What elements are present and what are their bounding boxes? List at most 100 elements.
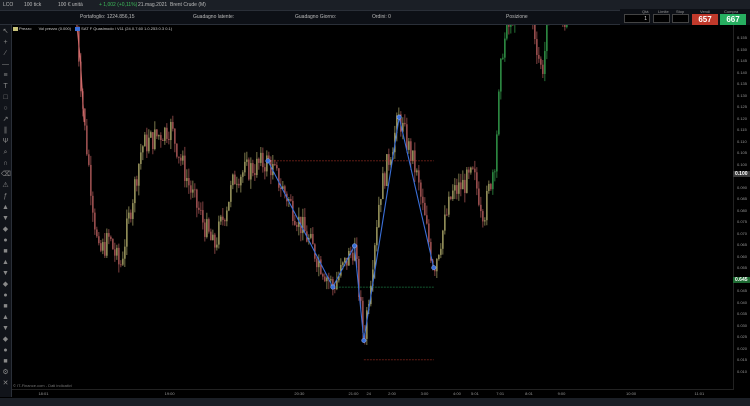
candle-body — [86, 125, 88, 155]
candle-body — [470, 167, 472, 173]
candle-body — [276, 165, 278, 169]
arrow-tool-icon[interactable]: ↗ — [1, 115, 10, 124]
eraser-icon[interactable]: ⌫ — [1, 170, 11, 179]
candle-body — [180, 157, 182, 161]
candle-body — [90, 164, 92, 196]
candle-body — [352, 252, 354, 261]
zigzag-pivot[interactable] — [431, 265, 437, 271]
pattern-icon-4[interactable]: ● — [1, 236, 10, 245]
candle-body — [234, 174, 236, 185]
y-tick: 0.110 — [737, 138, 747, 144]
candle-body — [360, 296, 362, 301]
pattern-icon-3[interactable]: ◆ — [1, 225, 10, 234]
alert-icon[interactable]: ⚠ — [1, 181, 10, 190]
period-selector[interactable]: 100 tick — [24, 0, 41, 10]
candle-body — [152, 132, 154, 150]
candle-body — [218, 221, 220, 245]
candle-body — [294, 220, 296, 225]
portfolio-label: Portafoglio — [80, 14, 104, 20]
candle-body — [168, 138, 170, 141]
zigzag-pivot[interactable] — [330, 284, 336, 290]
candle-body — [510, 25, 512, 27]
y-tick: 0.065 — [737, 242, 748, 247]
candle-body — [98, 236, 100, 244]
candle-body — [230, 185, 232, 202]
y-tick: 0.060 — [737, 253, 748, 259]
pattern-icon-15[interactable]: ■ — [1, 357, 10, 366]
zigzag-pivot[interactable] — [361, 338, 367, 343]
line-tool-icon[interactable]: ∕ — [1, 49, 10, 58]
settings-icon[interactable]: ⚙ — [1, 368, 10, 377]
horizontal-line-icon[interactable]: — — [1, 60, 10, 69]
pattern-icon-11[interactable]: ▲ — [1, 313, 10, 322]
candle-body — [252, 163, 254, 174]
candle-body — [246, 159, 248, 162]
candle-body — [174, 128, 176, 144]
candle-body — [326, 277, 328, 282]
candle-body — [254, 173, 256, 176]
limit-input[interactable] — [653, 14, 670, 23]
candle-body — [388, 154, 390, 165]
candle-body — [110, 236, 112, 240]
pattern-icon-5[interactable]: ■ — [1, 247, 10, 256]
candle-body — [188, 178, 190, 186]
indicator-icon[interactable]: ƒ — [1, 192, 10, 201]
pattern-icon-2[interactable]: ▼ — [1, 214, 10, 223]
trash-icon[interactable]: ✕ — [1, 379, 10, 388]
sell-button[interactable]: 657 — [692, 14, 718, 25]
pattern-icon-6[interactable]: ▲ — [1, 258, 10, 267]
candle-body — [322, 274, 324, 277]
candle-body — [426, 215, 428, 224]
pattern-icon-13[interactable]: ◆ — [1, 335, 10, 344]
candle-body — [488, 183, 490, 191]
candle-body — [220, 216, 222, 222]
candle-body — [84, 108, 86, 126]
pattern-icon-9[interactable]: ● — [1, 291, 10, 300]
magnet-icon[interactable]: ∩ — [1, 159, 10, 168]
candle-body — [566, 25, 568, 27]
fibonacci-icon[interactable]: ≡ — [1, 71, 10, 80]
pattern-icon-1[interactable]: ▲ — [1, 203, 10, 212]
price-axis[interactable]: 0.155 0.150 0.145 0.140 0.135 0.130 0.125 0.120… — [733, 25, 750, 390]
pattern-icon-8[interactable]: ◆ — [1, 280, 10, 289]
x-tick: 11:01 — [694, 391, 705, 396]
y-tick: 0.105 — [737, 150, 748, 155]
time-axis[interactable]: 18:01 19:00 20:30 21:00 24 2:00 3:00 4:00 5:01 7:… — [12, 389, 733, 398]
candle-body — [422, 196, 424, 203]
y-tick: 0.070 — [737, 230, 748, 236]
cursor-icon[interactable]: ↖ — [1, 27, 10, 36]
pitchfork-icon[interactable]: Ψ — [1, 137, 10, 146]
buy-button[interactable]: 667 — [720, 14, 746, 25]
candle-body — [104, 242, 106, 256]
price-chart[interactable] — [12, 25, 733, 389]
zigzag-pivot[interactable] — [265, 158, 271, 164]
candle-body — [140, 152, 142, 164]
data-disclaimer: © IT-Finance.com - Dati indicativi — [13, 383, 72, 388]
y-tick: 0.075 — [737, 219, 748, 224]
pattern-icon-10[interactable]: ■ — [1, 302, 10, 311]
channel-tool-icon[interactable]: ∥ — [1, 126, 10, 135]
crosshair-icon[interactable]: + — [1, 38, 10, 47]
candle-body — [412, 150, 414, 161]
candle-body — [278, 168, 280, 188]
candle-body — [330, 279, 332, 281]
symbol-label[interactable]: LCO — [3, 0, 13, 10]
lower-price-tag: 0.645 — [733, 277, 750, 283]
stop-input[interactable] — [672, 14, 689, 23]
unit-selector[interactable]: 100 € unità — [58, 0, 83, 10]
zigzag-pivot[interactable] — [396, 114, 402, 120]
ellipse-tool-icon[interactable]: ○ — [1, 104, 10, 113]
text-tool-icon[interactable]: T — [1, 82, 10, 91]
pattern-icon-7[interactable]: ▼ — [1, 269, 10, 278]
candle-body — [482, 211, 484, 222]
qty-input[interactable]: 1 — [624, 14, 650, 23]
candle-body — [166, 127, 168, 139]
pattern-icon-12[interactable]: ▼ — [1, 324, 10, 333]
zigzag-pivot[interactable] — [352, 243, 357, 249]
rectangle-tool-icon[interactable]: □ — [1, 93, 10, 102]
candle-body — [484, 220, 486, 222]
candle-body — [126, 218, 128, 247]
zoom-icon[interactable]: ⌕ — [1, 148, 10, 157]
pattern-icon-14[interactable]: ● — [1, 346, 10, 355]
candle-body — [128, 212, 130, 219]
